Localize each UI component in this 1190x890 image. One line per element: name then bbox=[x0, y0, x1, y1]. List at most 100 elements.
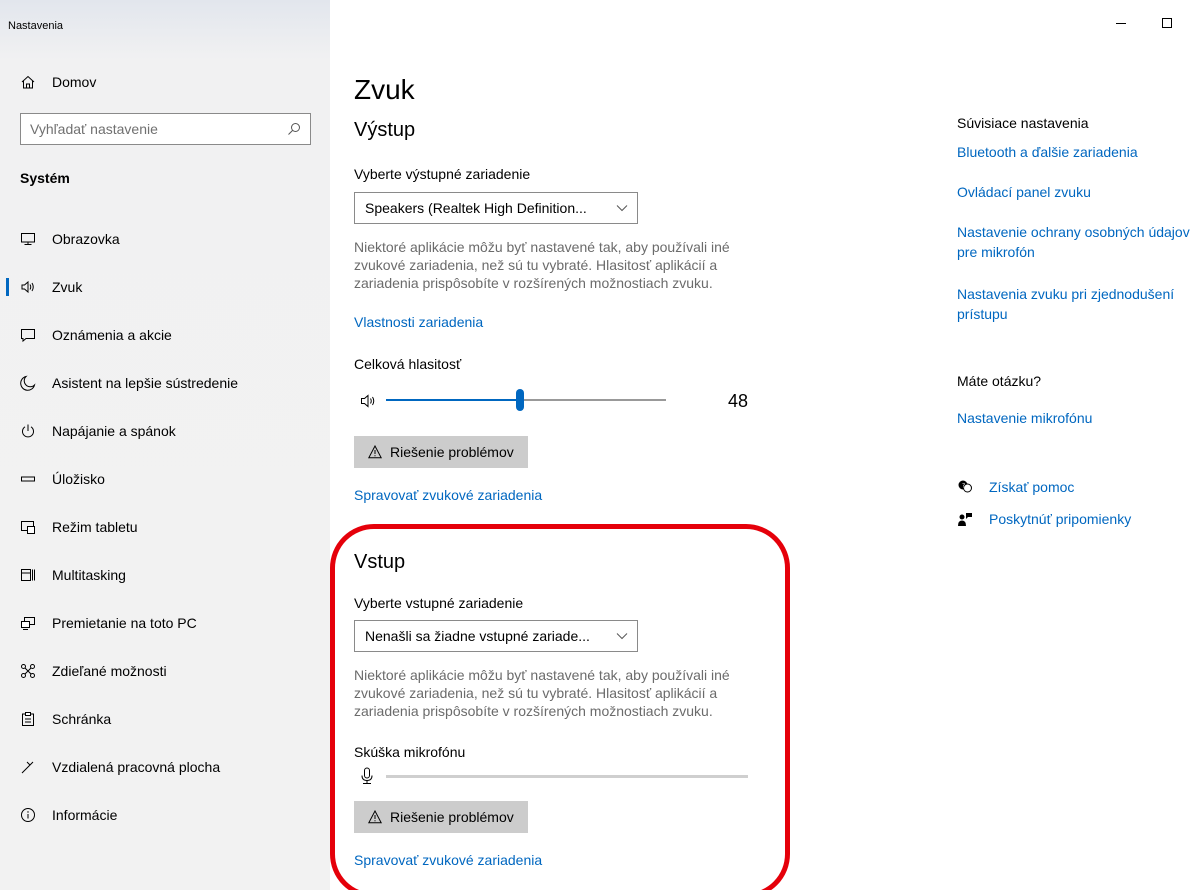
sidebar-item-label: Úložisko bbox=[52, 471, 105, 487]
device-properties-link[interactable]: Vlastnosti zariadenia bbox=[354, 314, 483, 330]
output-description: Niektoré aplikácie môžu byť nastavené ta… bbox=[354, 239, 730, 291]
maximize-icon bbox=[1162, 18, 1172, 28]
sidebar-item-multitasking[interactable]: Multitasking bbox=[0, 551, 330, 599]
home-icon bbox=[20, 74, 36, 90]
question-heading: Máte otázku? bbox=[957, 373, 1042, 389]
volume-control bbox=[354, 386, 754, 416]
shared-icon bbox=[20, 663, 36, 679]
sidebar-item-zdielane[interactable]: Zdieľané možnosti bbox=[0, 647, 330, 695]
get-help-link[interactable]: ? Získať pomoc bbox=[957, 479, 1074, 495]
input-description: Niektoré aplikácie môžu byť nastavené ta… bbox=[354, 667, 730, 719]
input-select-label: Vyberte vstupné zariadenie bbox=[354, 595, 524, 611]
volume-slider-thumb[interactable] bbox=[516, 389, 524, 411]
moon-icon bbox=[20, 375, 36, 391]
ease-of-access-audio-link[interactable]: Nastavenia zvuku pri zjednodušení prístu… bbox=[957, 284, 1190, 324]
sidebar-item-informacie[interactable]: Informácie bbox=[0, 791, 330, 839]
storage-icon bbox=[20, 471, 36, 487]
input-heading: Vstup bbox=[354, 551, 406, 573]
sidebar-item-ulozisko[interactable]: Úložisko bbox=[0, 455, 330, 503]
warning-icon bbox=[367, 809, 383, 824]
home-label: Domov bbox=[52, 74, 97, 90]
sidebar-item-label: Vzdialená pracovná plocha bbox=[52, 759, 221, 775]
mic-level-meter bbox=[354, 765, 754, 789]
sidebar-item-obrazovka[interactable]: Obrazovka bbox=[0, 215, 330, 263]
minimize-icon bbox=[1116, 23, 1126, 24]
main-content: Zvuk Výstup Vyberte výstupné zariadenie … bbox=[330, 0, 1190, 890]
window-controls bbox=[1098, 8, 1190, 38]
volume-slider-fill bbox=[386, 399, 520, 401]
sidebar-item-schranka[interactable]: Schránka bbox=[0, 695, 330, 743]
power-icon bbox=[20, 423, 36, 439]
feedback-link[interactable]: Poskytnúť pripomienky bbox=[957, 511, 1131, 527]
troubleshoot-label: Riešenie problémov bbox=[390, 444, 514, 460]
sidebar-item-label: Asistent na lepšie sústredenie bbox=[52, 375, 238, 391]
sidebar-item-label: Oznámenia a akcie bbox=[52, 327, 172, 343]
speaker-icon[interactable] bbox=[360, 393, 378, 409]
sidebar-item-asistent[interactable]: Asistent na lepšie sústredenie bbox=[0, 359, 330, 407]
tablet-icon bbox=[20, 519, 36, 535]
chevron-down-icon bbox=[607, 204, 637, 212]
volume-value: 48 bbox=[728, 391, 749, 411]
sidebar-item-premietanie[interactable]: Premietanie na toto PC bbox=[0, 599, 330, 647]
svg-text:?: ? bbox=[962, 483, 965, 490]
sidebar: Nastavenia Domov Systém Obrazovka Zvuk bbox=[0, 0, 330, 890]
sidebar-item-label: Zdieľané možnosti bbox=[52, 663, 167, 679]
input-troubleshoot-button[interactable]: Riešenie problémov bbox=[354, 801, 528, 833]
sidebar-item-label: Premietanie na toto PC bbox=[52, 615, 197, 631]
chat-help-icon: ? bbox=[957, 479, 973, 495]
search-icon[interactable] bbox=[286, 121, 302, 137]
minimize-button[interactable] bbox=[1098, 8, 1144, 38]
volume-label: Celková hlasitosť bbox=[354, 356, 462, 372]
input-manage-devices-link[interactable]: Spravovať zvukové zariadenia bbox=[354, 852, 542, 868]
multitasking-icon bbox=[20, 567, 36, 583]
output-device-value: Speakers (Realtek High Definition... bbox=[365, 200, 587, 216]
mic-privacy-link[interactable]: Nastavenie ochrany osobných údajov pre m… bbox=[957, 222, 1190, 262]
remote-desktop-icon bbox=[20, 759, 36, 775]
search-box[interactable] bbox=[20, 113, 311, 145]
chevron-down-icon bbox=[607, 632, 637, 640]
feedback-icon bbox=[957, 511, 973, 527]
page-title: Zvuk bbox=[354, 74, 415, 105]
troubleshoot-label: Riešenie problémov bbox=[390, 809, 514, 825]
speaker-icon bbox=[20, 279, 36, 295]
sidebar-item-label: Napájanie a spánok bbox=[52, 423, 176, 439]
sidebar-item-label: Schránka bbox=[52, 711, 112, 727]
output-select-label: Vyberte výstupné zariadenie bbox=[354, 166, 531, 182]
warning-icon bbox=[367, 444, 383, 459]
maximize-button[interactable] bbox=[1144, 8, 1190, 38]
input-device-dropdown[interactable]: Nenašli sa žiadne vstupné zariade... bbox=[354, 620, 638, 652]
sidebar-home[interactable]: Domov bbox=[20, 72, 96, 92]
sidebar-item-label: Informácie bbox=[52, 807, 118, 823]
sidebar-item-label: Obrazovka bbox=[52, 231, 120, 247]
monitor-icon bbox=[20, 231, 36, 247]
mic-level-bar bbox=[386, 775, 748, 778]
sound-control-panel-link[interactable]: Ovládací panel zvuku bbox=[957, 182, 1190, 202]
output-device-dropdown[interactable]: Speakers (Realtek High Definition... bbox=[354, 192, 638, 224]
bluetooth-link[interactable]: Bluetooth a ďalšie zariadenia bbox=[957, 142, 1190, 162]
mic-setup-link[interactable]: Nastavenie mikrofónu bbox=[957, 408, 1190, 428]
info-icon bbox=[20, 807, 36, 823]
related-settings-heading: Súvisiace nastavenia bbox=[957, 115, 1089, 131]
sidebar-item-rezim-tabletu[interactable]: Režim tabletu bbox=[0, 503, 330, 551]
output-heading: Výstup bbox=[354, 119, 416, 141]
mic-test-label: Skúška mikrofónu bbox=[354, 744, 466, 760]
volume-slider-track[interactable] bbox=[386, 399, 666, 401]
search-input[interactable] bbox=[21, 114, 271, 144]
sidebar-item-oznamenia[interactable]: Oznámenia a akcie bbox=[0, 311, 330, 359]
input-device-value: Nenašli sa žiadne vstupné zariade... bbox=[365, 628, 590, 644]
sidebar-item-napajanie[interactable]: Napájanie a spánok bbox=[0, 407, 330, 455]
sidebar-item-label: Režim tabletu bbox=[52, 519, 138, 535]
sidebar-section-title: Systém bbox=[20, 170, 70, 186]
sidebar-item-zvuk[interactable]: Zvuk bbox=[0, 263, 330, 311]
app-title: Nastavenia bbox=[8, 20, 64, 32]
sidebar-item-label: Multitasking bbox=[52, 567, 126, 583]
sidebar-nav: Obrazovka Zvuk Oznámenia a akcie Asisten… bbox=[0, 215, 330, 839]
sidebar-item-label: Zvuk bbox=[52, 279, 83, 295]
sidebar-item-vzdialena-plocha[interactable]: Vzdialená pracovná plocha bbox=[0, 743, 330, 791]
microphone-icon bbox=[360, 767, 374, 785]
output-manage-devices-link[interactable]: Spravovať zvukové zariadenia bbox=[354, 487, 542, 503]
output-troubleshoot-button[interactable]: Riešenie problémov bbox=[354, 436, 528, 468]
projecting-icon bbox=[20, 615, 36, 631]
notification-icon bbox=[20, 327, 36, 343]
clipboard-icon bbox=[20, 711, 36, 727]
